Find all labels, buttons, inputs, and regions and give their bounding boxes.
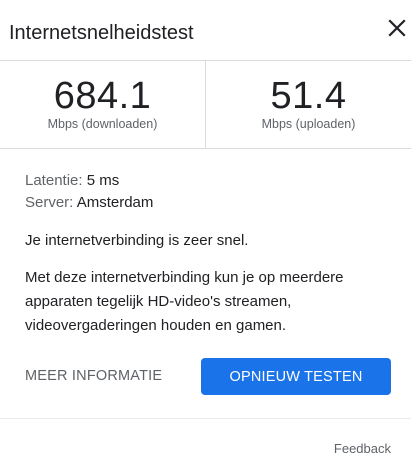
- upload-speed-unit: Mbps (uploaden): [261, 117, 356, 131]
- footer-divider: [0, 418, 411, 419]
- download-result: 684.1 Mbps (downloaden): [0, 61, 205, 148]
- connection-details: Latentie: 5 ms Server: Amsterdam: [25, 170, 395, 214]
- retest-button[interactable]: OPNIEUW TESTEN: [201, 358, 391, 395]
- connection-status-message: Je internetverbinding is zeer snel.: [25, 232, 249, 249]
- more-info-button[interactable]: MEER INFORMATIE: [25, 358, 185, 394]
- connection-description: Met deze internetverbinding kun je op me…: [25, 269, 344, 334]
- upload-result: 51.4 Mbps (uploaden): [206, 61, 411, 148]
- latency-value: 5 ms: [86, 172, 120, 189]
- download-speed-unit: Mbps (downloaden): [47, 117, 158, 131]
- server-row: Server: Amsterdam: [25, 192, 395, 214]
- server-value: Amsterdam: [76, 194, 154, 211]
- download-speed-value: 684.1: [53, 75, 152, 117]
- latency-label: Latentie:: [25, 172, 83, 189]
- dialog-title: Internetsnelheidstest: [9, 22, 194, 44]
- latency-row: Latentie: 5 ms: [25, 170, 395, 192]
- upload-speed-value: 51.4: [270, 75, 347, 117]
- speed-test-dialog: Internetsnelheidstest 684.1 Mbps (downlo…: [0, 0, 411, 471]
- speed-results: 684.1 Mbps (downloaden) 51.4 Mbps (uploa…: [0, 61, 411, 149]
- feedback-link[interactable]: Feedback: [334, 441, 391, 457]
- close-icon[interactable]: [385, 16, 409, 40]
- dialog-header: Internetsnelheidstest: [0, 0, 411, 61]
- server-label: Server:: [25, 194, 74, 211]
